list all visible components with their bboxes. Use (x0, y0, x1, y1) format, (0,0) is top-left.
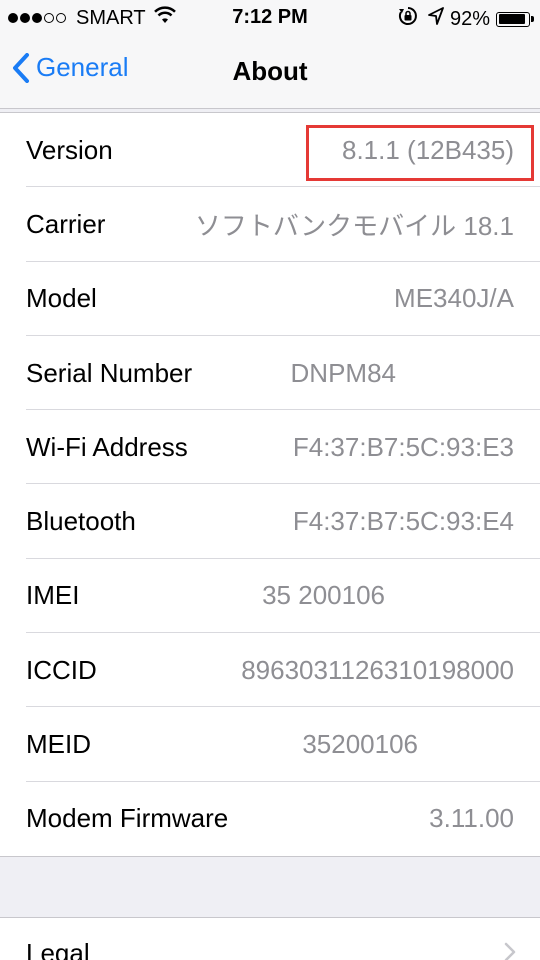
row-legal[interactable]: Legal (0, 917, 540, 960)
location-arrow-icon (428, 7, 444, 31)
row-value: 35 200106 (262, 580, 385, 611)
battery-level (498, 14, 526, 24)
battery-percent: 92% (449, 7, 490, 30)
about-screen: SMART 7:12 PM 92% General About Version … (0, 0, 540, 960)
row-imei[interactable]: IMEI 35 200106 (0, 559, 540, 634)
chevron-right-icon (504, 942, 516, 960)
navigation-bar: General About (0, 36, 540, 109)
row-iccid[interactable]: ICCID 8963031126310198000 (0, 633, 540, 708)
row-wifi-address[interactable]: Wi-Fi Address F4:37:B7:5C:93:E3 (0, 410, 540, 485)
row-label: Modem Firmware (26, 803, 229, 834)
row-value: ソフトバンクモバイル 18.1 (194, 210, 514, 241)
row-meid[interactable]: MEID 35200106 (0, 707, 540, 782)
status-bar: SMART 7:12 PM 92% (0, 0, 540, 36)
row-label: IMEI (26, 580, 80, 611)
about-info-list: Version 8.1.1 (12B435) Carrier ソフトバンクモバイ… (0, 112, 540, 857)
row-value: F4:37:B7:5C:93:E3 (292, 431, 514, 462)
row-label: Model (26, 283, 97, 314)
row-value: 35200106 (302, 729, 418, 760)
row-version[interactable]: Version 8.1.1 (12B435) (0, 113, 540, 188)
row-label: Legal (26, 938, 90, 960)
orientation-lock-icon (398, 6, 418, 32)
row-label: Wi-Fi Address (26, 431, 188, 462)
row-label: Serial Number (26, 357, 193, 388)
row-label: Version (26, 134, 113, 165)
row-label: ICCID (26, 654, 97, 685)
page-title: About (232, 56, 308, 86)
row-bluetooth[interactable]: Bluetooth F4:37:B7:5C:93:E4 (0, 484, 540, 559)
row-value: F4:37:B7:5C:93:E4 (292, 506, 514, 537)
status-right: 92% (398, 6, 534, 32)
row-carrier[interactable]: Carrier ソフトバンクモバイル 18.1 (0, 187, 540, 262)
row-serial-number[interactable]: Serial Number DNPM84 (0, 336, 540, 411)
version-highlight-box (306, 125, 534, 181)
row-modem-firmware[interactable]: Modem Firmware 3.11.00 (0, 782, 540, 856)
section-gap (0, 857, 540, 917)
row-value: 8963031126310198000 (241, 654, 514, 685)
row-label: Carrier (26, 208, 106, 239)
row-value: 3.11.00 (429, 803, 514, 834)
row-value: ME340J/A (394, 283, 514, 314)
row-label: MEID (26, 729, 91, 760)
battery-icon (496, 11, 534, 27)
row-label: Bluetooth (26, 506, 136, 537)
row-model[interactable]: Model ME340J/A (0, 262, 540, 336)
row-value: DNPM84 (290, 357, 396, 388)
